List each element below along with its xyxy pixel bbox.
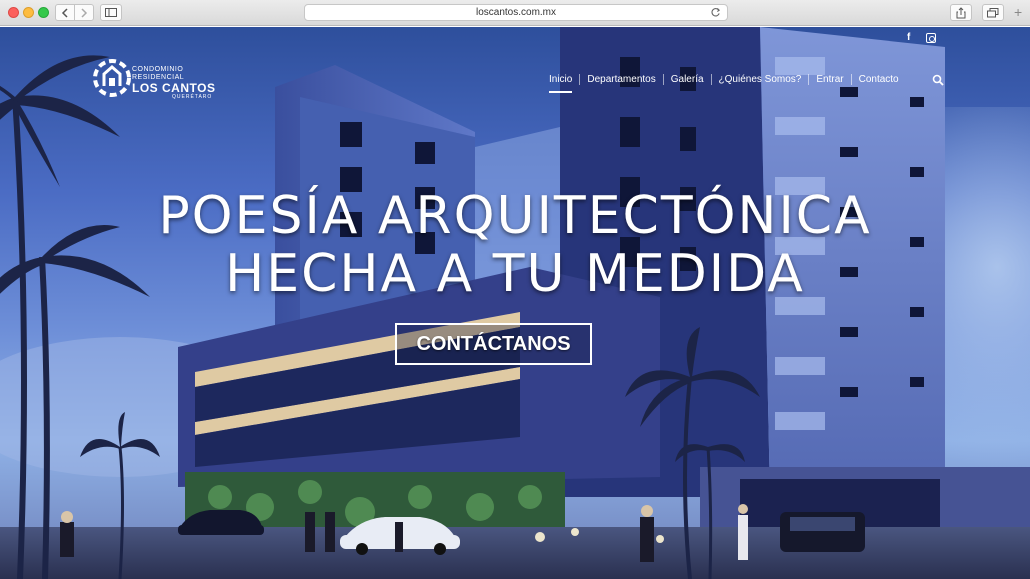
sidebar-icon (105, 8, 117, 17)
search-icon[interactable] (932, 74, 944, 86)
logo-line-condominio: CONDOMINIO (132, 66, 184, 73)
main-nav: Inicio Departamentos Galería ¿Quiénes So… (549, 74, 906, 93)
close-window-button[interactable] (8, 7, 19, 18)
sidebar-button[interactable] (100, 4, 122, 21)
url-text: loscantos.com.mx (475, 7, 557, 18)
show-tabs-button[interactable] (982, 4, 1004, 21)
zoom-window-button[interactable] (38, 7, 49, 18)
hero-headline: POESÍA ARQUITECTÓNICA HECHA A TU MEDIDA (0, 187, 1030, 303)
back-button[interactable] (55, 4, 75, 21)
minimize-window-button[interactable] (23, 7, 34, 18)
nav-item-contacto[interactable]: Contacto (850, 74, 906, 85)
nav-item-quienes-somos[interactable]: ¿Quiénes Somos? (710, 74, 809, 85)
tabs-icon (987, 7, 999, 17)
forward-icon (81, 7, 88, 18)
instagram-icon[interactable] (926, 33, 936, 43)
forward-button[interactable] (74, 4, 94, 21)
nav-item-galeria[interactable]: Galería (662, 74, 711, 85)
address-bar[interactable]: loscantos.com.mx (304, 4, 728, 21)
site-logo[interactable]: CONDOMINIO RESIDENCIAL LOS CANTOS QUERÉT… (92, 56, 222, 104)
headline-line-2: HECHA A TU MEDIDA (225, 244, 805, 304)
logo-line-queretaro: QUERÉTARO (172, 94, 213, 100)
contact-cta-button[interactable]: CONTÁCTANOS (395, 323, 592, 365)
logo-mark-icon (93, 59, 131, 97)
back-icon (61, 7, 68, 18)
nav-item-departamentos[interactable]: Departamentos (579, 74, 662, 85)
share-icon (956, 6, 966, 18)
logo-line-los-cantos: LOS CANTOS (132, 81, 216, 95)
share-button[interactable] (950, 4, 972, 21)
headline-line-1: POESÍA ARQUITECTÓNICA (158, 186, 872, 246)
nav-item-inicio[interactable]: Inicio (549, 74, 579, 93)
facebook-icon[interactable]: f (907, 32, 910, 43)
logo-text: CONDOMINIO RESIDENCIAL LOS CANTOS QUERÉT… (132, 66, 215, 100)
browser-toolbar: loscantos.com.mx + (0, 0, 1030, 26)
nav-item-entrar[interactable]: Entrar (808, 74, 850, 85)
hero-section: CONDOMINIO RESIDENCIAL LOS CANTOS QUERÉT… (0, 27, 1030, 579)
reload-icon[interactable] (710, 7, 721, 18)
new-tab-icon[interactable]: + (1014, 5, 1022, 19)
